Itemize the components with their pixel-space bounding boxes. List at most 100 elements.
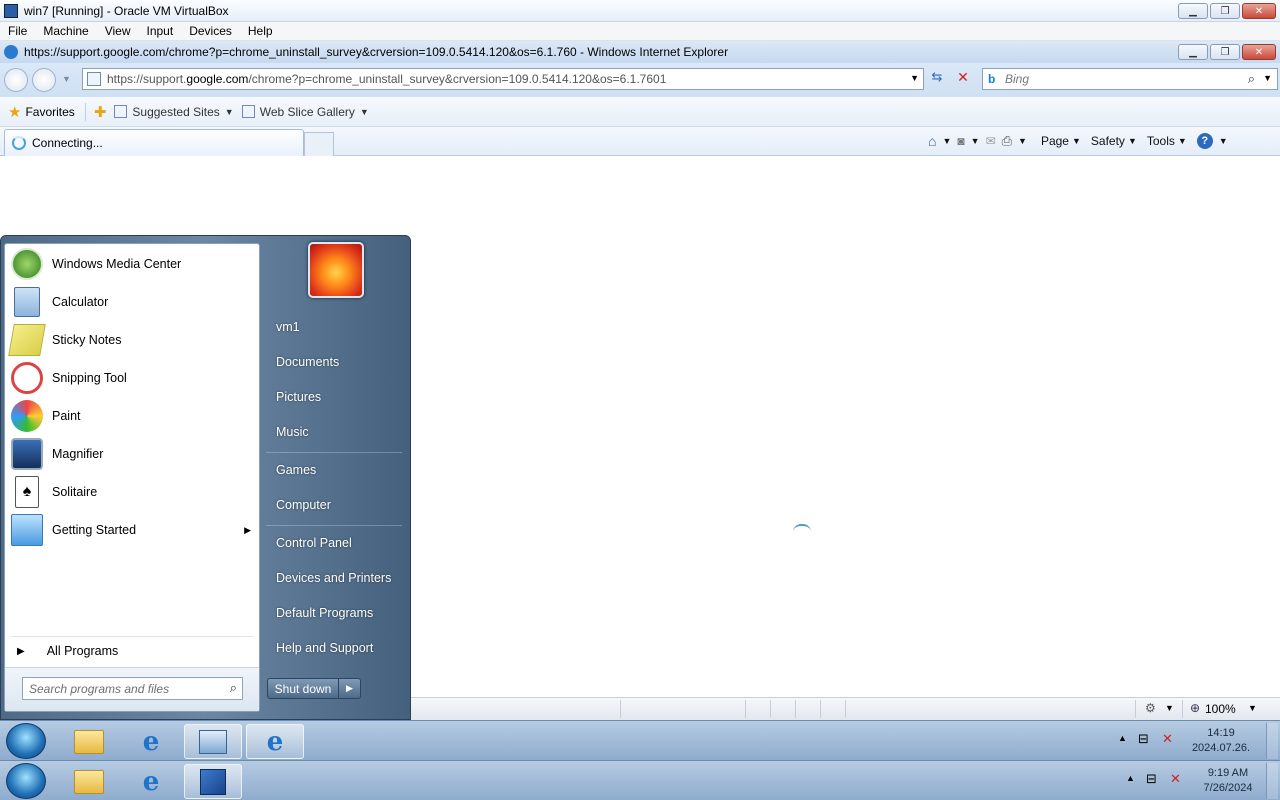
start-right-devices-printers[interactable]: Devices and Printers: [276, 571, 391, 585]
program-label: Paint: [52, 409, 81, 423]
suggested-sites-link[interactable]: Suggested Sites ▼: [114, 105, 234, 119]
start-right-user[interactable]: vm1: [276, 320, 300, 334]
web-slice-gallery-link[interactable]: Web Slice Gallery ▼: [241, 105, 369, 119]
bing-icon: b: [988, 72, 996, 86]
show-desktop-button[interactable]: [1266, 723, 1278, 759]
volume-muted-icon[interactable]: ✕: [1162, 731, 1173, 747]
paint-icon: [11, 400, 43, 432]
program-solitaire[interactable]: ♠ Solitaire: [11, 474, 255, 510]
taskbar-explorer[interactable]: [60, 764, 118, 799]
taskbar-ie-window[interactable]: e: [246, 724, 304, 759]
print-dropdown-icon[interactable]: ▼: [1018, 136, 1027, 146]
back-button[interactable]: [4, 68, 28, 92]
start-right-computer[interactable]: Computer: [276, 498, 331, 512]
add-to-favorites-bar-icon[interactable]: ✚: [94, 103, 107, 121]
host-time: 9:19 AM: [1207, 767, 1249, 779]
tools-menu[interactable]: Tools ▼: [1147, 134, 1187, 148]
zoom-dropdown-icon[interactable]: ▼: [1248, 703, 1257, 713]
maximize-button[interactable]: ❐: [1210, 3, 1240, 19]
volume-muted-icon[interactable]: ✕: [1170, 771, 1181, 787]
protected-mode-dropdown-icon[interactable]: ▼: [1165, 703, 1174, 713]
mail-icon[interactable]: ✉: [986, 134, 996, 148]
menu-devices[interactable]: Devices: [181, 24, 240, 38]
help-icon[interactable]: ?: [1196, 133, 1213, 149]
safety-menu[interactable]: Safety ▼: [1091, 134, 1137, 148]
network-icon[interactable]: ⊟: [1138, 731, 1149, 747]
taskbar-ie[interactable]: e: [122, 724, 180, 759]
virtualbox-menu-bar: File Machine View Input Devices Help: [0, 22, 1280, 41]
page-menu-label: Page: [1040, 134, 1069, 148]
minimize-button[interactable]: ▁: [1178, 3, 1208, 19]
user-picture[interactable]: [308, 242, 364, 298]
program-label: Snipping Tool: [52, 371, 127, 385]
feeds-icon[interactable]: ◙: [957, 134, 964, 148]
web-slice-dropdown-icon: ▼: [359, 106, 369, 117]
menu-view[interactable]: View: [97, 24, 139, 38]
network-icon[interactable]: ⊟: [1146, 771, 1157, 787]
guest-clock[interactable]: 14:19 2024.07.26.: [1190, 726, 1252, 756]
zoom-icon[interactable]: ⊕: [1190, 701, 1200, 715]
feeds-dropdown-icon[interactable]: ▼: [971, 136, 980, 146]
new-tab-button[interactable]: [304, 132, 334, 156]
print-icon[interactable]: ⎙: [1002, 133, 1012, 149]
program-windows-media-center[interactable]: Windows Media Center: [11, 246, 255, 282]
start-right-control-panel[interactable]: Control Panel: [276, 536, 352, 550]
page-menu[interactable]: Page ▼: [1041, 134, 1081, 148]
forward-button[interactable]: [32, 68, 56, 92]
start-right-music[interactable]: Music: [276, 425, 309, 439]
show-hidden-icons[interactable]: ▲: [1126, 773, 1135, 783]
media-center-icon: [11, 248, 43, 280]
stop-icon[interactable]: ✕: [952, 69, 974, 89]
program-paint[interactable]: Paint: [11, 398, 255, 434]
host-clock[interactable]: 9:19 AM 7/26/2024: [1196, 766, 1260, 796]
program-calculator[interactable]: Calculator: [11, 284, 255, 320]
tab-connecting[interactable]: Connecting...: [4, 129, 304, 156]
program-getting-started[interactable]: Getting Started ▶: [11, 512, 255, 548]
start-search-input[interactable]: Search programs and files ⌕: [22, 677, 243, 700]
menu-input[interactable]: Input: [139, 24, 182, 38]
taskbar-virtualbox[interactable]: [184, 764, 242, 799]
show-desktop-button[interactable]: [1266, 763, 1278, 799]
program-sticky-notes[interactable]: Sticky Notes: [8, 322, 255, 358]
protected-mode-icon[interactable]: ⚙: [1145, 701, 1156, 715]
menu-machine[interactable]: Machine: [35, 24, 96, 38]
ie-minimize-button[interactable]: ▁: [1178, 44, 1208, 60]
start-orb-icon[interactable]: [6, 723, 46, 759]
help-dropdown-icon[interactable]: ▼: [1219, 136, 1228, 146]
search-icon[interactable]: ⌕: [1248, 71, 1255, 87]
control-panel-icon: [199, 729, 227, 754]
home-dropdown-icon[interactable]: ▼: [942, 136, 951, 146]
shutdown-button[interactable]: Shut down: [267, 678, 339, 699]
virtualbox-icon: [200, 768, 226, 795]
start-right-games[interactable]: Games: [276, 463, 316, 477]
home-icon[interactable]: ⌂: [928, 133, 936, 149]
ie-maximize-button[interactable]: ❐: [1210, 44, 1240, 60]
address-bar[interactable]: https://support.google.com/chrome?p=chro…: [82, 68, 924, 90]
program-snipping-tool[interactable]: Snipping Tool: [11, 360, 255, 396]
shutdown-options-button[interactable]: ▶: [339, 678, 361, 699]
taskbar-control-panel[interactable]: [184, 724, 242, 759]
menu-help[interactable]: Help: [240, 24, 281, 38]
start-orb-icon[interactable]: [6, 763, 46, 799]
start-right-pictures[interactable]: Pictures: [276, 390, 321, 404]
zoom-level[interactable]: 100%: [1205, 702, 1236, 716]
refresh-icon[interactable]: ⇆: [926, 69, 948, 89]
taskbar-explorer[interactable]: [60, 724, 118, 759]
virtualbox-title-bar: win7 [Running] - Oracle VM VirtualBox ▁ …: [0, 0, 1280, 22]
search-box[interactable]: b Bing ⌕ ▼: [982, 68, 1278, 90]
all-programs-label: All Programs: [46, 644, 119, 658]
taskbar-ie[interactable]: e: [122, 764, 180, 799]
all-programs-button[interactable]: ▶ All Programs: [11, 639, 255, 663]
close-button[interactable]: ✕: [1242, 3, 1276, 19]
menu-file[interactable]: File: [0, 24, 35, 38]
show-hidden-icons[interactable]: ▲: [1118, 733, 1127, 743]
program-magnifier[interactable]: Magnifier: [11, 436, 255, 472]
start-right-help-support[interactable]: Help and Support: [276, 641, 373, 655]
start-right-default-programs[interactable]: Default Programs: [276, 606, 373, 620]
favorites-button[interactable]: ★ Favorites: [8, 103, 75, 121]
start-right-documents[interactable]: Documents: [276, 355, 339, 369]
recent-pages-dropdown-icon[interactable]: ▼: [62, 74, 71, 84]
ie-close-button[interactable]: ✕: [1242, 44, 1276, 60]
address-dropdown-icon[interactable]: ▼: [910, 73, 919, 83]
search-options-icon[interactable]: ▼: [1263, 73, 1272, 83]
